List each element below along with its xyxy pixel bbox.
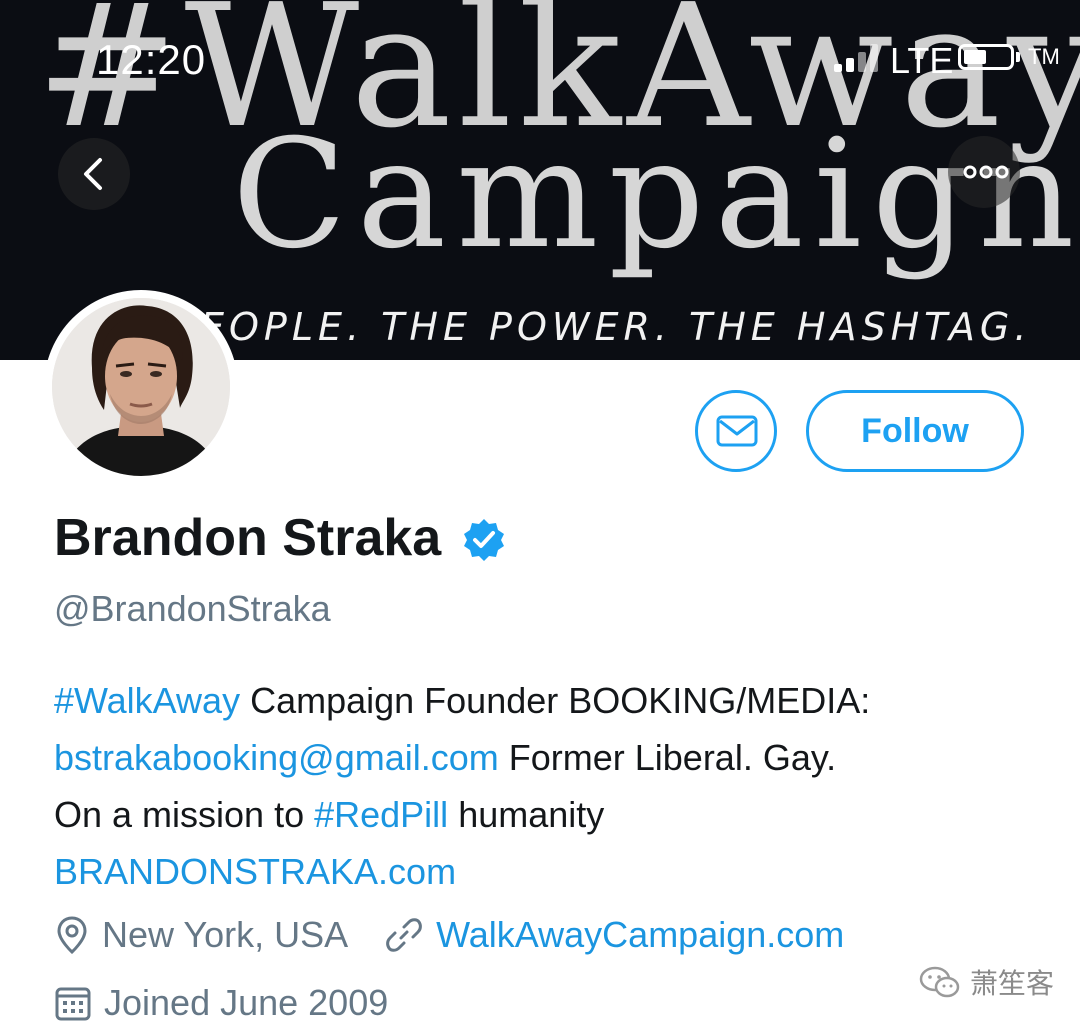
- profile-url-link[interactable]: WalkAwayCampaign.com: [436, 914, 844, 956]
- message-button[interactable]: [695, 390, 777, 472]
- profile-name: Brandon Straka: [54, 509, 442, 567]
- signal-icon: [834, 42, 884, 72]
- more-dots-icon: [963, 165, 1009, 179]
- bio-text: humanity: [448, 794, 605, 835]
- profile-bio: #WalkAway Campaign Founder BOOKING/MEDIA…: [54, 672, 1054, 900]
- location-pin-icon: [57, 916, 87, 955]
- status-time: 12:20: [96, 36, 207, 83]
- profile-joined-row: Joined June 2009: [54, 982, 388, 1024]
- avatar[interactable]: [44, 290, 238, 484]
- wechat-icon: [919, 966, 960, 998]
- email-link[interactable]: bstrakabooking@gmail.com: [54, 737, 499, 778]
- profile-name-row: Brandon Straka: [54, 508, 507, 568]
- hashtag-link[interactable]: #RedPill: [314, 794, 448, 835]
- profile-location: New York, USA: [102, 914, 349, 955]
- more-button[interactable]: [948, 136, 1020, 208]
- follow-button[interactable]: Follow: [806, 390, 1024, 472]
- back-button[interactable]: [58, 138, 130, 210]
- bio-text: Former Liberal. Gay.: [498, 737, 837, 778]
- hashtag-link[interactable]: #WalkAway: [54, 680, 240, 721]
- banner-tagline: EOPLE. THE POWER. THE HASHTAG.: [200, 305, 1032, 349]
- profile-joined: Joined June 2009: [104, 982, 389, 1023]
- chevron-left-icon: [84, 158, 102, 190]
- network-label: LTE: [890, 40, 954, 81]
- profile-meta-row: New York, USA WalkAwayCampaign.com: [54, 914, 844, 956]
- avatar-photo: [52, 298, 230, 476]
- profile-handle: @BrandonStraka: [54, 588, 331, 629]
- link-icon: [386, 918, 422, 952]
- watermark: 萧笙客: [918, 962, 1054, 1002]
- trademark-label: TM: [1028, 44, 1060, 69]
- bio-text: On a mission to: [54, 794, 315, 835]
- calendar-icon: [55, 987, 91, 1021]
- battery-icon: [958, 44, 1014, 70]
- watermark-text: 萧笙客: [970, 967, 1055, 1000]
- website-link[interactable]: BRANDONSTRAKA.com: [54, 851, 456, 892]
- envelope-icon: [716, 415, 758, 447]
- verified-badge-icon: [464, 519, 505, 561]
- bio-text: Campaign Founder BOOKING/MEDIA:: [240, 680, 871, 721]
